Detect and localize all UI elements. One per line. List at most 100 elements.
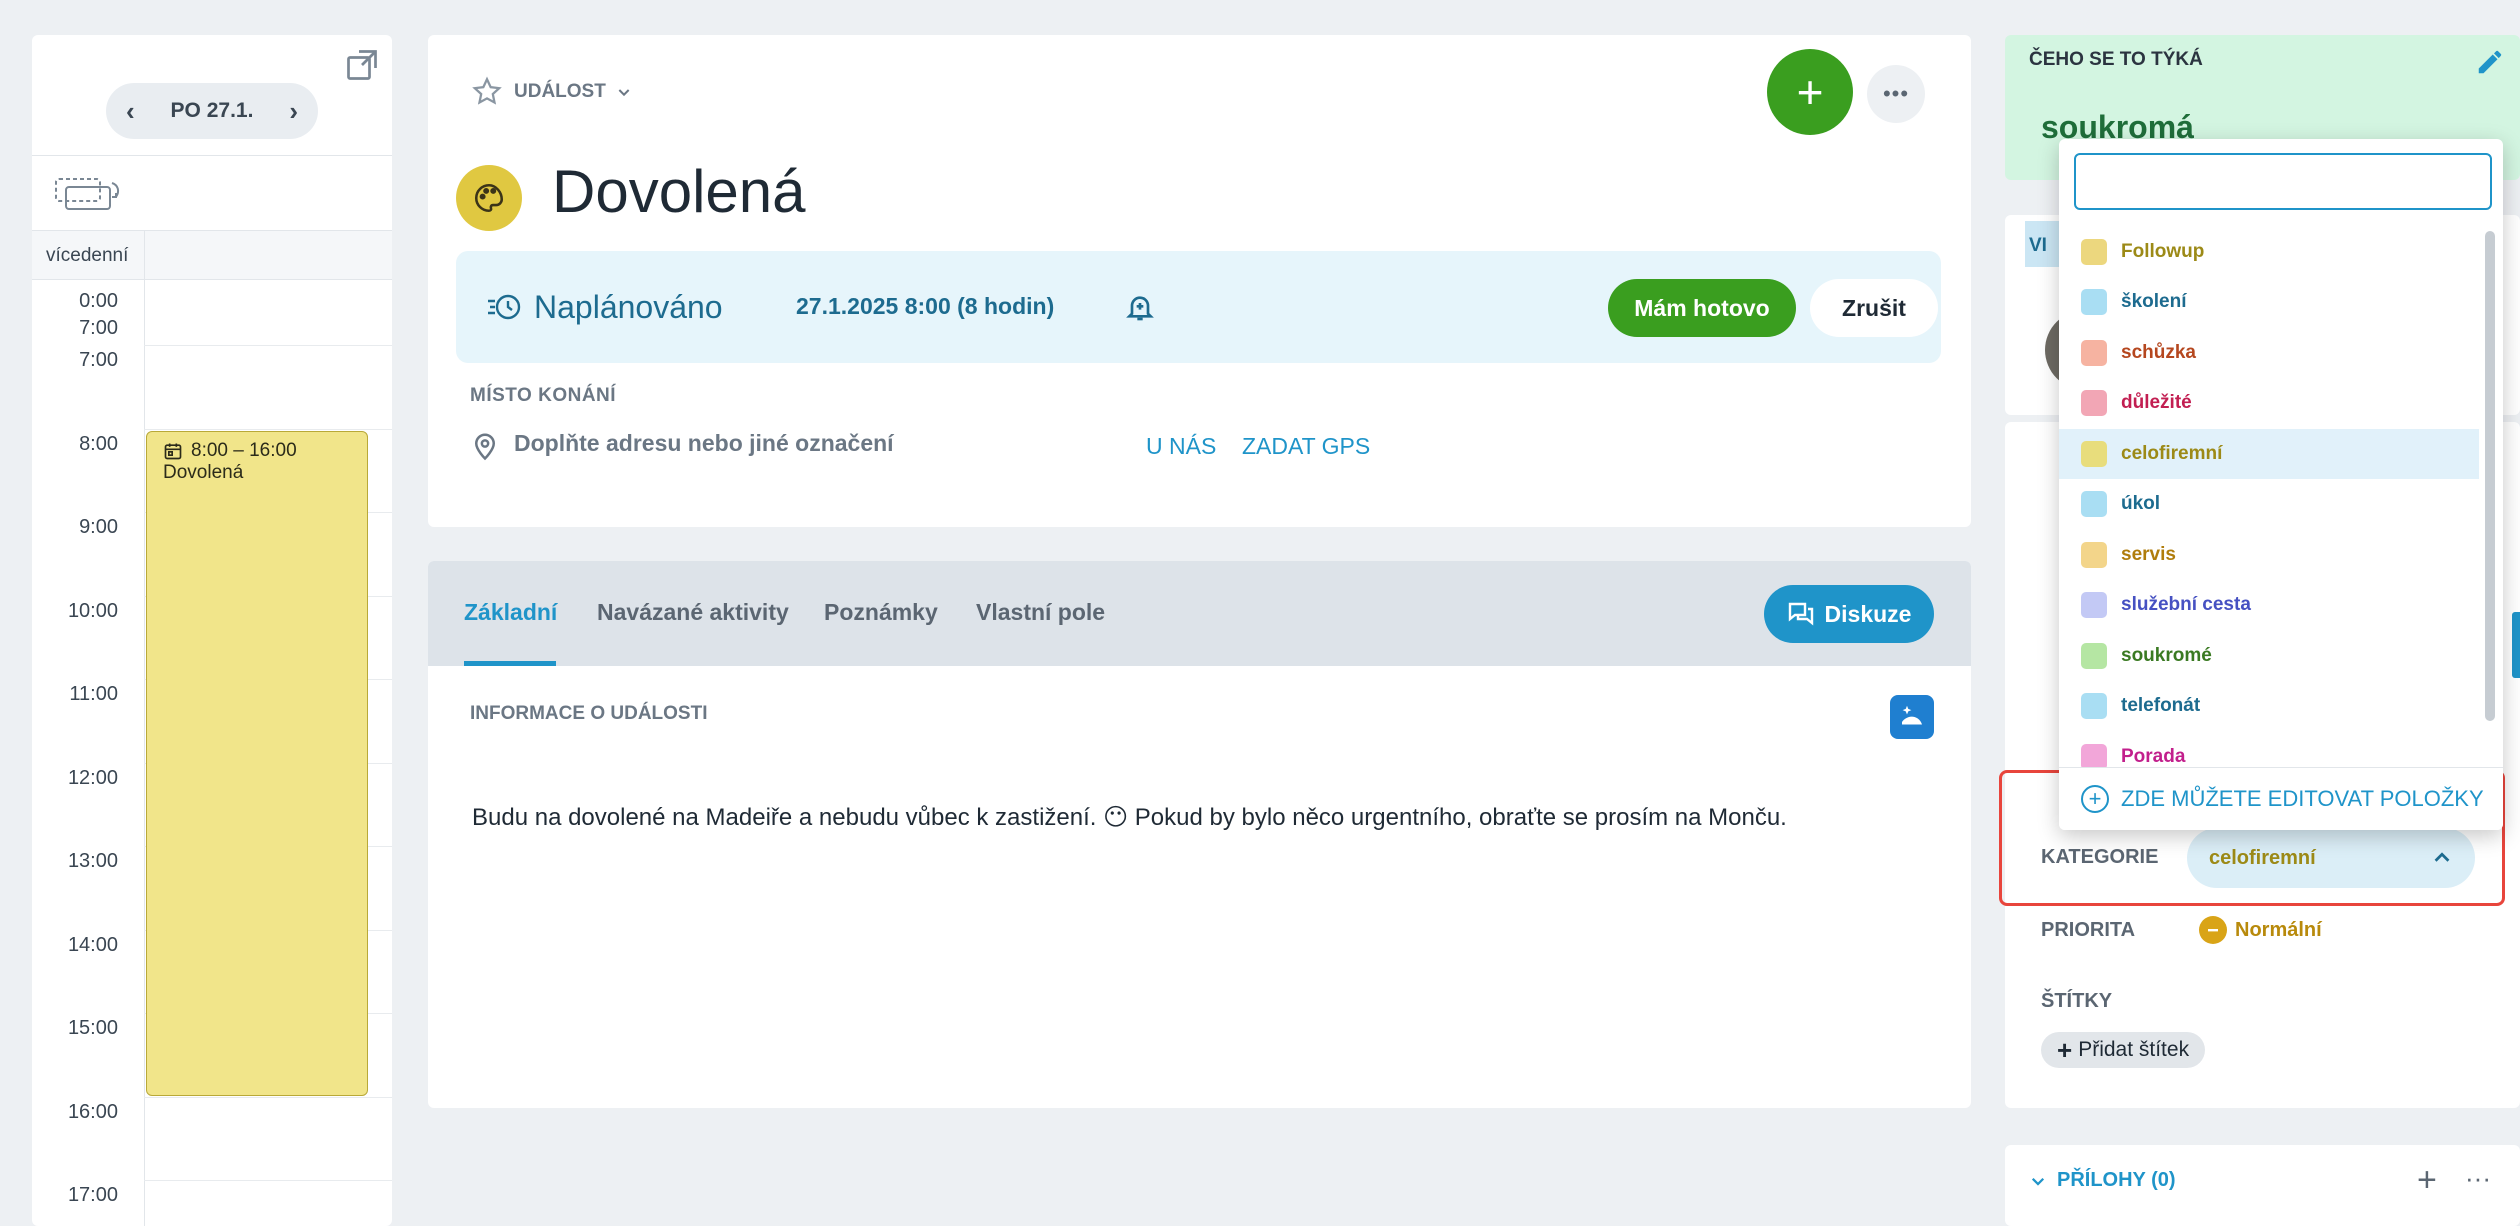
event-title[interactable]: Dovolená [552, 157, 806, 226]
status-label[interactable]: Naplánováno [534, 289, 723, 326]
hour-label: 10:00 [67, 600, 118, 622]
option-label: školení [2121, 291, 2187, 312]
tab-vlastni-pole[interactable]: Vlastní pole [976, 599, 1105, 626]
attachments-more-icon[interactable]: ··· [2465, 1163, 2491, 1194]
next-day-icon[interactable]: › [289, 96, 298, 127]
color-swatch [2081, 491, 2107, 517]
option-label: Porada [2121, 746, 2186, 767]
event-type-selector[interactable]: UDÁLOST [470, 75, 632, 109]
hour-label: 9:00 [79, 516, 118, 538]
color-swatch [2081, 542, 2107, 568]
priority-label: PRIORITA [2041, 919, 2136, 941]
category-option-skoleni[interactable]: školení [2059, 277, 2479, 327]
category-option-ukol[interactable]: úkol [2059, 479, 2479, 529]
edit-pencil-icon[interactable] [2475, 47, 2505, 77]
location-gps-link[interactable]: ZADAT GPS [1242, 433, 1370, 460]
hour-label: 17:00 [67, 1184, 118, 1206]
category-option-followup[interactable]: Followup [2059, 227, 2479, 277]
category-option-schuzka[interactable]: schůzka [2059, 328, 2479, 378]
add-tag-label: Přidat štítek [2078, 1038, 2190, 1061]
multiday-label: vícedenní [46, 245, 129, 266]
category-option-sluzebni-cesta[interactable]: služební cesta [2059, 580, 2479, 630]
multiday-toggle-icon[interactable] [52, 173, 124, 213]
more-options-button[interactable]: ••• [1867, 65, 1925, 123]
tab-navazane-aktivity[interactable]: Navázané aktivity [597, 599, 789, 626]
add-button[interactable]: + [1767, 49, 1853, 135]
time-column-divider [144, 230, 145, 1226]
hour-label: 8:00 [79, 433, 118, 455]
location-label: MÍSTO KONÁNÍ [470, 385, 617, 406]
multiday-row: vícedenní [32, 230, 392, 280]
option-label: telefonát [2121, 695, 2201, 716]
location-input[interactable]: Doplňte adresu nebo jiné označení [514, 430, 894, 457]
chevron-down-icon [618, 89, 630, 97]
calendar-panel: ‹ PO 27.1. › vícedenní 0:00 7:00 7:00 8:… [32, 35, 392, 1226]
prev-day-icon[interactable]: ‹ [126, 96, 135, 127]
option-label: úkol [2121, 493, 2161, 514]
category-option-servis[interactable]: servis [2059, 530, 2479, 580]
option-label: schůzka [2121, 342, 2196, 363]
attachments-card: PŘÍLOHY (0) + ··· [2005, 1145, 2520, 1226]
allday-time-end: 7:00 [79, 317, 118, 339]
priority-normal-icon [2199, 916, 2227, 944]
cancel-event-button[interactable]: Zrušit [1810, 279, 1938, 337]
chevron-down-icon [2031, 1177, 2045, 1186]
category-option-soukrome[interactable]: soukromé [2059, 631, 2479, 681]
category-options-list: Followup školení schůzka důležité celofi… [2059, 227, 2479, 767]
event-title: Dovolená [163, 462, 244, 483]
add-tag-button[interactable]: + Přidat štítek [2041, 1032, 2206, 1068]
scheduled-clock-icon [488, 294, 521, 320]
priority-value: Normální [2235, 918, 2322, 941]
allday-time-start: 0:00 [79, 290, 118, 312]
ai-magic-icon[interactable] [1890, 695, 1934, 739]
reminder-bell-icon[interactable] [1124, 289, 1156, 325]
location-u-nas-link[interactable]: U NÁS [1146, 433, 1216, 460]
attachments-toggle[interactable]: PŘÍLOHY (0) [2029, 1169, 2176, 1192]
event-description[interactable]: Budu na dovolené na Madeiře a nebudu vůb… [472, 803, 1787, 832]
event-type-label: UDÁLOST [514, 81, 606, 102]
active-tab-indicator [464, 661, 556, 666]
color-swatch [2081, 289, 2107, 315]
calendar-event[interactable]: 8:00 – 16:00 Dovolená [146, 431, 368, 1096]
category-palette-icon [456, 165, 522, 231]
hour-line [144, 429, 392, 430]
category-option-telefonat[interactable]: telefonát [2059, 681, 2479, 731]
star-icon[interactable] [470, 75, 504, 109]
tab-zakladni[interactable]: Základní [464, 599, 557, 626]
side-panel-handle[interactable] [2512, 612, 2520, 678]
plus-icon: + [1796, 66, 1824, 118]
mark-done-button[interactable]: Mám hotovo [1608, 279, 1796, 337]
event-datetime[interactable]: 27.1.2025 8:00 (8 hodin) [796, 293, 1054, 320]
add-circle-icon: + [2081, 785, 2109, 813]
current-date[interactable]: PO 27.1. [171, 99, 254, 123]
add-attachment-icon[interactable]: + [2417, 1161, 2437, 1200]
priority-select[interactable]: Normální [2199, 916, 2322, 944]
category-option-dulezite[interactable]: důležité [2059, 378, 2479, 428]
calendar-icon [164, 443, 182, 460]
map-pin-icon [474, 433, 496, 461]
plus-icon: + [2057, 1034, 2073, 1065]
color-swatch [2081, 239, 2107, 265]
status-bar: Naplánováno 27.1.2025 8:00 (8 hodin) Mám… [456, 251, 1941, 363]
hour-line [144, 1180, 392, 1181]
hour-label: 13:00 [67, 850, 118, 872]
hour-label: 15:00 [67, 1017, 118, 1039]
related-to-label: ČEHO SE TO TÝKÁ [2029, 49, 2203, 70]
option-label: servis [2121, 544, 2176, 565]
divider [32, 155, 392, 156]
category-option-celofiremni[interactable]: celofiremní [2059, 429, 2479, 479]
discussion-button[interactable]: Diskuze [1764, 585, 1934, 643]
category-dropdown: Followup školení schůzka důležité celofi… [2059, 139, 2503, 830]
open-in-window-icon[interactable] [344, 47, 380, 83]
option-label: celofiremní [2121, 443, 2223, 464]
category-select[interactable]: celofiremní [2187, 828, 2475, 888]
category-search-input[interactable] [2074, 153, 2492, 210]
chat-icon [1788, 602, 1813, 626]
tab-poznamky[interactable]: Poznámky [824, 599, 938, 626]
category-option-porada[interactable]: Porada [2059, 732, 2479, 767]
chevron-up-icon [2434, 852, 2450, 862]
edit-items-link[interactable]: + ZDE MŮŽETE EDITOVAT POLOŽKY [2059, 767, 2503, 830]
color-swatch [2081, 340, 2107, 366]
dropdown-scrollbar[interactable] [2485, 231, 2495, 721]
color-swatch [2081, 592, 2107, 618]
